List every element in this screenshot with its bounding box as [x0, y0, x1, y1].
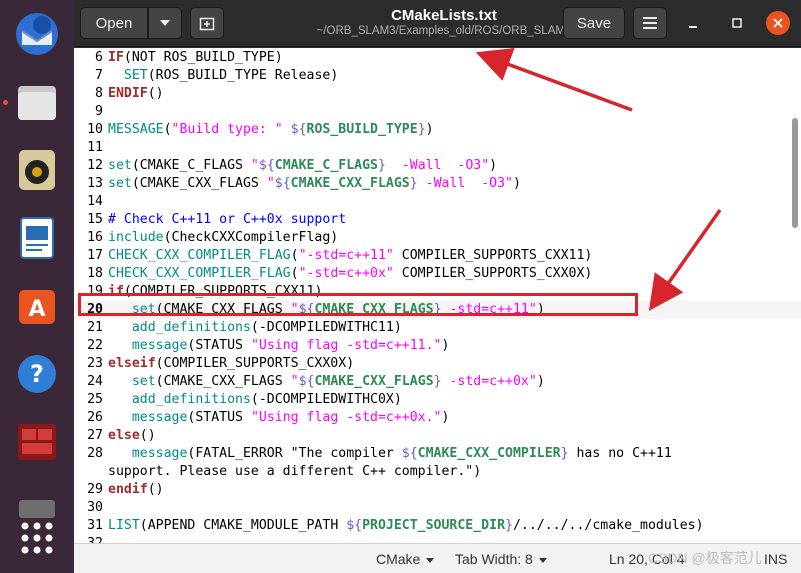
watermark: CSDN @极客范儿: [648, 550, 762, 566]
line-text: CHECK_CXX_COMPILER_FLAG("-std=c++0x" COM…: [108, 266, 593, 281]
writer-icon[interactable]: [13, 214, 61, 262]
line-text: set(CMAKE_CXX_FLAGS "${CMAKE_CXX_FLAGS} …: [131, 374, 545, 389]
line-text: message(FATAL_ERROR "The compiler ${CMAK…: [131, 446, 672, 461]
line-text: support. Please use a different C++ comp…: [108, 464, 482, 479]
chevron-down-icon: [426, 557, 435, 563]
language-selector[interactable]: CMake: [376, 551, 435, 567]
minimize-icon: [689, 26, 697, 28]
line-text: CHECK_CXX_COMPILER_FLAG("-std=c++11" COM…: [108, 248, 593, 263]
tab-width-label: Tab Width: 8: [455, 551, 533, 567]
line-text: LIST(APPEND CMAKE_MODULE_PATH ${PROJECT_…: [108, 518, 704, 533]
line-text: set(CMAKE_C_FLAGS "${CMAKE_C_FLAGS} -Wal…: [108, 158, 498, 173]
terminal-icon[interactable]: [13, 418, 61, 466]
line-number: 13: [87, 176, 103, 191]
line-number: 6: [95, 50, 103, 65]
hamburger-menu-icon: [643, 17, 657, 29]
software-icon[interactable]: A: [13, 282, 61, 330]
line-number: 31: [87, 518, 103, 533]
maximize-icon: [732, 18, 742, 28]
line-number: 12: [87, 158, 103, 173]
line-number: 29: [87, 482, 103, 497]
line-number: 17: [87, 248, 103, 263]
line-text: # Check C++11 or C++0x support: [108, 212, 347, 227]
line-text: MESSAGE("Build type: " ${ROS_BUILD_TYPE}…: [108, 122, 434, 137]
line-text: ENDIF(): [108, 86, 164, 101]
menu-button[interactable]: [633, 7, 667, 39]
insert-mode: INS: [764, 551, 788, 567]
line-text: include(CheckCXXCompilerFlag): [108, 230, 339, 245]
line-number: 27: [87, 428, 103, 443]
line-text: else(): [108, 428, 156, 443]
line-number: 25: [87, 392, 103, 407]
line-number: 32: [74, 535, 103, 543]
chevron-down-icon: [538, 557, 547, 563]
line-text: IF(NOT ROS_BUILD_TYPE): [108, 50, 283, 65]
line-number: 28: [87, 446, 103, 461]
line-text: set(CMAKE_CXX_FLAGS "${CMAKE_CXX_FLAGS} …: [108, 176, 521, 191]
files-icon[interactable]: [13, 78, 61, 126]
apps-grid-icon[interactable]: [13, 514, 61, 562]
open-button[interactable]: Open: [80, 7, 148, 39]
close-icon: [773, 18, 783, 28]
line-text: message(STATUS "Using flag -std=c++0x."): [131, 410, 450, 425]
close-button[interactable]: [766, 11, 790, 35]
dock: A ?: [0, 0, 74, 573]
active-indicator: [3, 100, 8, 105]
open-dropdown-button[interactable]: [148, 7, 182, 39]
line-number: 15: [87, 212, 103, 227]
vertical-scrollbar[interactable]: [792, 118, 798, 228]
tab-width-selector[interactable]: Tab Width: 8: [455, 551, 547, 567]
line-number: 8: [95, 86, 103, 101]
line-number: 14: [87, 194, 103, 209]
line-text: add_definitions(-DCOMPILEDWITHC0X): [131, 392, 402, 407]
svg-text:A: A: [28, 297, 45, 322]
new-tab-icon: [199, 17, 215, 31]
line-text: add_definitions(-DCOMPILEDWITHC11): [131, 320, 402, 335]
line-number: 7: [95, 68, 103, 83]
line-text: endif(): [108, 482, 164, 497]
maximize-button[interactable]: [728, 14, 746, 32]
line-number: 21: [87, 320, 103, 335]
highlight-box: [78, 293, 638, 316]
line-text: SET(ROS_BUILD_TYPE Release): [123, 68, 339, 83]
chevron-down-icon: [160, 20, 170, 26]
svg-text:?: ?: [30, 360, 44, 388]
save-button[interactable]: Save: [563, 7, 625, 39]
line-number: 16: [87, 230, 103, 245]
line-number: 30: [87, 500, 103, 515]
language-label: CMake: [376, 551, 421, 567]
line-text: message(STATUS "Using flag -std=c++11."): [131, 338, 450, 353]
line-number: 10: [87, 122, 103, 137]
line-number: 9: [95, 104, 103, 119]
line-number: 24: [87, 374, 103, 389]
line-text: elseif(COMPILER_SUPPORTS_CXX0X): [108, 356, 355, 371]
minimize-button[interactable]: [684, 14, 702, 32]
line-number: 26: [87, 410, 103, 425]
line-number: 22: [87, 338, 103, 353]
line-number: 23: [87, 356, 103, 371]
header-bar: Open CMakeLists.txt ~/ORB_SLAM3/Examples…: [74, 0, 801, 47]
line-number: 11: [87, 140, 103, 155]
line-number: 18: [87, 266, 103, 281]
rhythmbox-icon[interactable]: [13, 146, 61, 194]
help-icon[interactable]: ?: [13, 350, 61, 398]
thunderbird-icon[interactable]: [13, 10, 61, 58]
new-tab-button[interactable]: [190, 7, 224, 39]
